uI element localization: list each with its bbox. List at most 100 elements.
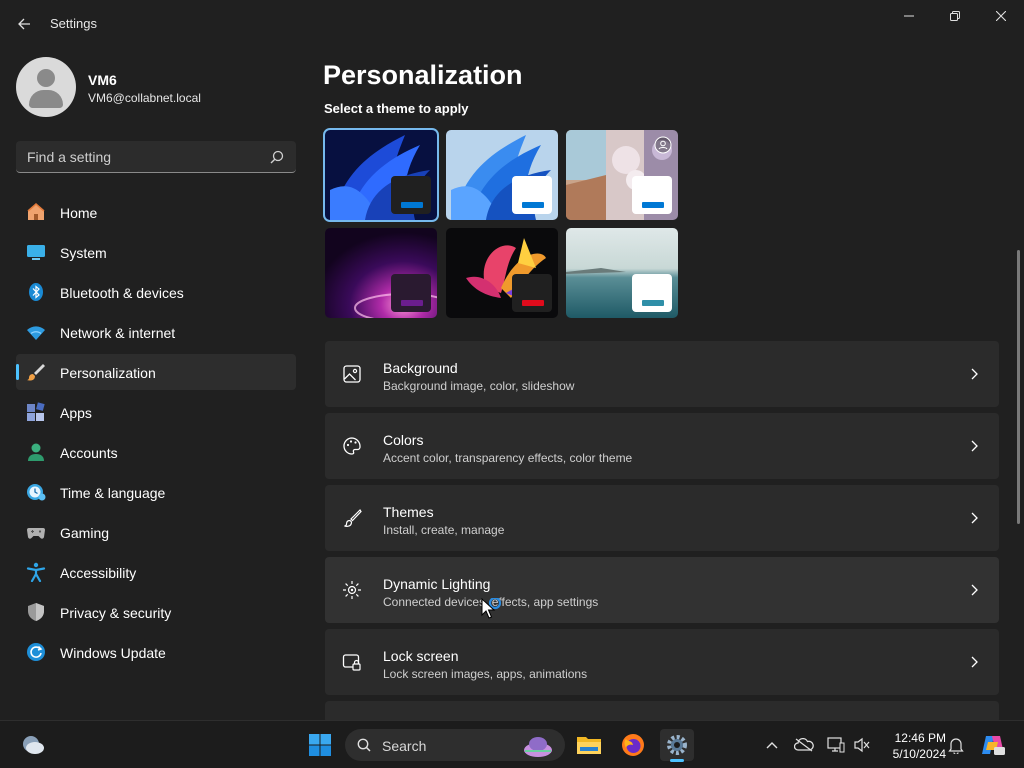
theme-preview-window (632, 176, 672, 214)
card-title: Colors (383, 432, 424, 448)
home-icon (27, 203, 45, 220)
notifications-button[interactable] (946, 735, 966, 755)
system-icon (27, 245, 45, 260)
taskbar: Search 12:46 PM 5/10/2024 (0, 720, 1024, 768)
file-explorer-icon (577, 737, 601, 754)
chevron-up-icon (766, 742, 778, 749)
mouse-cursor (481, 598, 501, 619)
sidebar-item-privacy-security[interactable]: Privacy & security (16, 594, 296, 630)
theme-section-label: Select a theme to apply (324, 101, 469, 116)
sidebar-item-apps[interactable]: Apps (16, 394, 296, 430)
sidebar-item-label: Time & language (60, 485, 166, 501)
theme-captured-motion[interactable] (446, 228, 558, 318)
card-description: Accent color, transparency effects, colo… (383, 451, 633, 465)
accounts-icon (28, 443, 44, 461)
avatar-head (37, 69, 55, 87)
app-title: Settings (50, 16, 97, 31)
theme-preview-window (632, 274, 672, 312)
taskbar-file-explorer[interactable] (572, 729, 606, 761)
sidebar-item-network[interactable]: Network & internet (16, 314, 296, 350)
theme-windows-dark-bloom[interactable] (323, 128, 439, 222)
theme-accent-bar (642, 202, 664, 208)
sidebar-item-label: Apps (60, 405, 92, 421)
theme-accent-bar (642, 300, 664, 306)
sidebar-item-windows-update[interactable]: Windows Update (16, 634, 296, 670)
shield-icon (28, 603, 44, 621)
search-icon (270, 150, 284, 164)
volume-tray[interactable] (852, 735, 872, 755)
spotlight-camera-icon (654, 136, 672, 154)
search-icon (357, 738, 371, 752)
minimize-button[interactable] (886, 0, 932, 32)
sidebar-item-bluetooth[interactable]: Bluetooth & devices (16, 274, 296, 310)
theme-preview-window (512, 274, 552, 312)
colors-card[interactable]: Colors Accent color, transparency effect… (325, 413, 999, 479)
sidebar-item-accessibility[interactable]: Accessibility (16, 554, 296, 590)
back-button[interactable] (12, 10, 36, 38)
find-setting-box[interactable] (16, 141, 296, 173)
taskbar-search[interactable]: Search (345, 729, 565, 761)
close-button[interactable] (978, 0, 1024, 32)
show-hidden-icons-button[interactable] (762, 735, 782, 755)
avatar[interactable] (16, 57, 76, 117)
theme-glow[interactable] (325, 228, 437, 318)
brush-icon (344, 509, 362, 527)
sidebar-item-system[interactable]: System (16, 234, 296, 270)
theme-flow[interactable] (566, 228, 678, 318)
search-input[interactable] (16, 141, 266, 172)
sidebar-item-label: Privacy & security (60, 605, 172, 621)
taskbar-settings[interactable] (660, 729, 694, 762)
sidebar-item-home[interactable]: Home (16, 194, 296, 230)
sidebar-item-label: Personalization (60, 365, 156, 381)
onedrive-tray[interactable] (794, 735, 814, 755)
scrollbar-thumb[interactable] (1017, 250, 1020, 524)
weather-icon[interactable] (20, 733, 46, 757)
network-icon (827, 737, 845, 753)
chevron-right-icon (971, 656, 978, 668)
chevron-right-icon (971, 440, 978, 452)
card-description: Background image, color, slideshow (383, 379, 575, 393)
sidebar-item-time-language[interactable]: Time & language (16, 474, 296, 510)
sidebar-item-gaming[interactable]: Gaming (16, 514, 296, 550)
sidebar-item-label: Windows Update (60, 645, 166, 661)
bluetooth-icon (29, 283, 43, 301)
theme-accent-bar (401, 202, 423, 208)
picture-icon (343, 365, 361, 383)
dynamic-lighting-card[interactable]: Dynamic Lighting Connected devices, effe… (325, 557, 999, 623)
windows-update-icon (27, 643, 45, 661)
theme-preview-window (391, 176, 431, 214)
sidebar-item-label: Home (60, 205, 98, 221)
time-language-icon (27, 484, 46, 501)
sidebar-item-label: Accounts (60, 445, 118, 461)
network-tray[interactable] (826, 735, 846, 755)
sidebar-item-accounts[interactable]: Accounts (16, 434, 296, 470)
theme-windows-spotlight[interactable] (566, 130, 678, 220)
background-card[interactable]: Background Background image, color, slid… (325, 341, 999, 407)
start-icon[interactable] (308, 733, 332, 757)
card-description: Lock screen images, apps, animations (383, 667, 588, 681)
sidebar-item-personalization[interactable]: Personalization (16, 354, 296, 390)
copilot-button[interactable] (980, 735, 1006, 755)
theme-accent-bar (401, 300, 423, 306)
card-title: Themes (383, 504, 434, 520)
clock-date: 5/10/2024 (892, 747, 946, 761)
themes-card[interactable]: Themes Install, create, manage (325, 485, 999, 551)
theme-preview-window (391, 274, 431, 312)
card-description: Install, create, manage (383, 523, 505, 537)
gaming-icon (27, 528, 45, 539)
card-title: Background (383, 360, 458, 376)
volume-icon (854, 737, 870, 753)
sidebar-nav: Home System Bluetooth & devices Network … (16, 194, 296, 674)
theme-preview-window (512, 176, 552, 214)
chevron-right-icon (971, 512, 978, 524)
lock-screen-card[interactable]: Lock screen Lock screen images, apps, an… (325, 629, 999, 695)
sidebar-item-label: Network & internet (60, 325, 176, 341)
theme-windows-light-bloom[interactable] (446, 130, 558, 220)
clock[interactable]: 12:46 PM 5/10/2024 (880, 730, 946, 762)
firefox-icon (622, 734, 644, 756)
taskbar-firefox[interactable] (616, 729, 650, 761)
network-icon (27, 326, 45, 340)
taskbar-search-label: Search (382, 738, 427, 754)
restore-button[interactable] (932, 0, 978, 32)
title-bar: Settings (0, 0, 1024, 48)
